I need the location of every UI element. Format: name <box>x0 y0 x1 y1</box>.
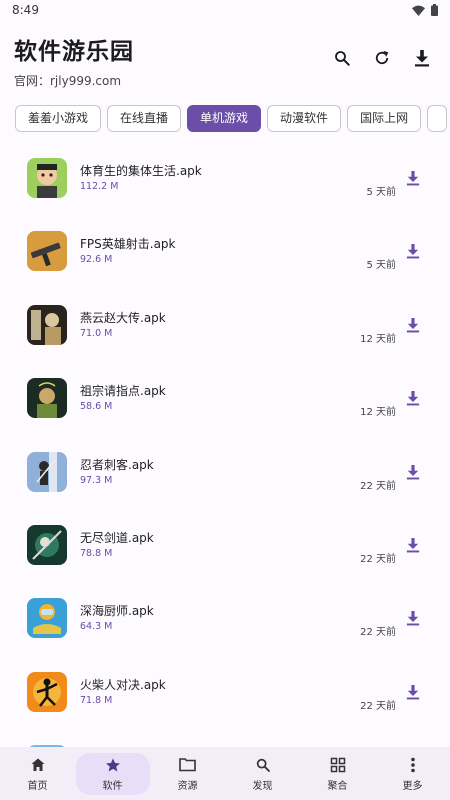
nav-label: 更多 <box>402 780 423 792</box>
home-icon <box>29 756 47 774</box>
list-item[interactable]: FPS英雄射击.apk 92.6 M 5 天前 <box>0 216 450 289</box>
app-header: 软件游乐园 官网：rjly999.com <box>14 32 436 92</box>
nav-label: 发现 <box>252 780 273 792</box>
item-size: 71.8 M <box>80 694 113 706</box>
item-name: 体育生的集体生活.apk <box>80 164 202 178</box>
list-item[interactable]: 火柴人对决.apk 71.8 M 22 天前 <box>0 657 450 730</box>
download-icon[interactable] <box>406 170 420 186</box>
list-item[interactable]: 燕云赵大传.apk 71.0 M 12 天前 <box>0 290 450 363</box>
item-time: 22 天前 <box>360 700 396 712</box>
grid-icon <box>329 756 347 774</box>
download-icon[interactable] <box>406 684 420 700</box>
item-name: 祖宗请指点.apk <box>80 384 166 399</box>
item-name: 燕云赵大传.apk <box>80 310 166 325</box>
item-time: 22 天前 <box>360 480 396 492</box>
ancestor-icon <box>27 378 67 419</box>
header-actions <box>330 46 434 70</box>
list-item[interactable]: 忍者刺客.apk 97.3 M 22 天前 <box>0 437 450 510</box>
nav-label: 资源 <box>177 780 198 792</box>
search-icon <box>254 756 272 774</box>
item-time: 12 天前 <box>360 407 396 419</box>
tab-category[interactable]: 羞羞小游戏 <box>15 105 102 132</box>
star-icon <box>104 756 122 774</box>
nav-item-aggregate[interactable]: 聚合 <box>300 747 375 800</box>
battery-icon <box>431 4 438 16</box>
item-size: 64.3 M <box>80 621 113 633</box>
item-time: 22 天前 <box>360 553 396 565</box>
app-subtitle: 官网：rjly999.com <box>14 74 122 88</box>
item-name: 忍者刺客.apk <box>80 457 154 472</box>
status-bar: 8:49 <box>0 0 450 24</box>
bottom-nav: 首页 软件 资源 发现 聚合 更多 <box>0 747 450 800</box>
item-size: 58.6 M <box>80 401 113 413</box>
nav-item-discover[interactable]: 发现 <box>225 747 300 800</box>
list-item[interactable]: 体育生的集体生活.apk 112.2 M 5 天前 <box>0 143 450 216</box>
item-time: 12 天前 <box>360 333 396 345</box>
ninja-icon <box>27 451 67 492</box>
item-size: 71.0 M <box>80 327 113 339</box>
refresh-icon <box>375 50 389 65</box>
diver-icon <box>27 598 67 639</box>
list-item[interactable]: 祖宗请指点.apk 58.6 M 12 天前 <box>0 363 450 436</box>
stickman-icon <box>27 671 67 712</box>
download-icon[interactable] <box>406 610 420 626</box>
tab-category[interactable]: 国际上网 <box>347 105 422 132</box>
list-item[interactable]: 深海厨师.apk 64.3 M 22 天前 <box>0 583 450 656</box>
nav-label: 首页 <box>27 780 48 792</box>
download-icon[interactable] <box>406 390 420 406</box>
item-name: 火柴人对决.apk <box>80 677 166 692</box>
more-vertical-icon <box>404 756 422 774</box>
sword-icon <box>27 524 67 565</box>
status-icons <box>412 4 438 16</box>
item-size: 78.8 M <box>80 547 113 559</box>
item-name: FPS英雄射击.apk <box>80 237 176 252</box>
cartoon-face-icon <box>27 158 67 198</box>
rifle-icon <box>27 231 67 272</box>
download-icon <box>415 50 429 67</box>
tab-category[interactable]: 动漫软件 <box>267 105 342 132</box>
item-size: 92.6 M <box>80 254 113 266</box>
tab-category-partial[interactable] <box>427 105 448 132</box>
download-icon[interactable] <box>406 537 420 553</box>
item-name: 深海厨师.apk <box>80 604 154 619</box>
nav-item-resources[interactable]: 资源 <box>150 747 225 800</box>
folder-icon <box>179 756 197 774</box>
list-item[interactable]: 无尽剑道.apk 78.8 M 22 天前 <box>0 510 450 583</box>
item-size: 112.2 M <box>80 181 119 192</box>
download-icon[interactable] <box>406 464 420 480</box>
nav-label: 软件 <box>102 780 123 792</box>
item-time: 5 天前 <box>366 187 396 198</box>
search-icon <box>335 51 350 66</box>
download-icon[interactable] <box>406 317 420 333</box>
nav-item-home[interactable]: 首页 <box>0 747 75 800</box>
app-list: 体育生的集体生活.apk 112.2 M 5 天前 FPS英雄射击.apk 92… <box>0 143 450 800</box>
item-size: 97.3 M <box>80 474 113 486</box>
tab-category[interactable]: 在线直播 <box>107 105 182 132</box>
category-tabs: 羞羞小游戏 在线直播 单机游戏 动漫软件 国际上网 <box>15 105 450 133</box>
wifi-icon <box>412 5 425 16</box>
item-name: 无尽剑道.apk <box>80 530 154 545</box>
download-button[interactable] <box>410 46 434 70</box>
warrior-icon <box>27 304 67 345</box>
nav-label: 聚合 <box>327 780 348 792</box>
refresh-button[interactable] <box>370 46 394 70</box>
item-time: 22 天前 <box>360 627 396 639</box>
tab-category-active[interactable]: 单机游戏 <box>187 105 262 132</box>
search-button[interactable] <box>330 46 354 70</box>
nav-item-more[interactable]: 更多 <box>375 747 450 800</box>
download-icon[interactable] <box>406 243 420 259</box>
status-time: 8:49 <box>12 3 39 17</box>
nav-item-software[interactable]: 软件 <box>75 747 150 800</box>
item-time: 5 天前 <box>366 260 396 272</box>
